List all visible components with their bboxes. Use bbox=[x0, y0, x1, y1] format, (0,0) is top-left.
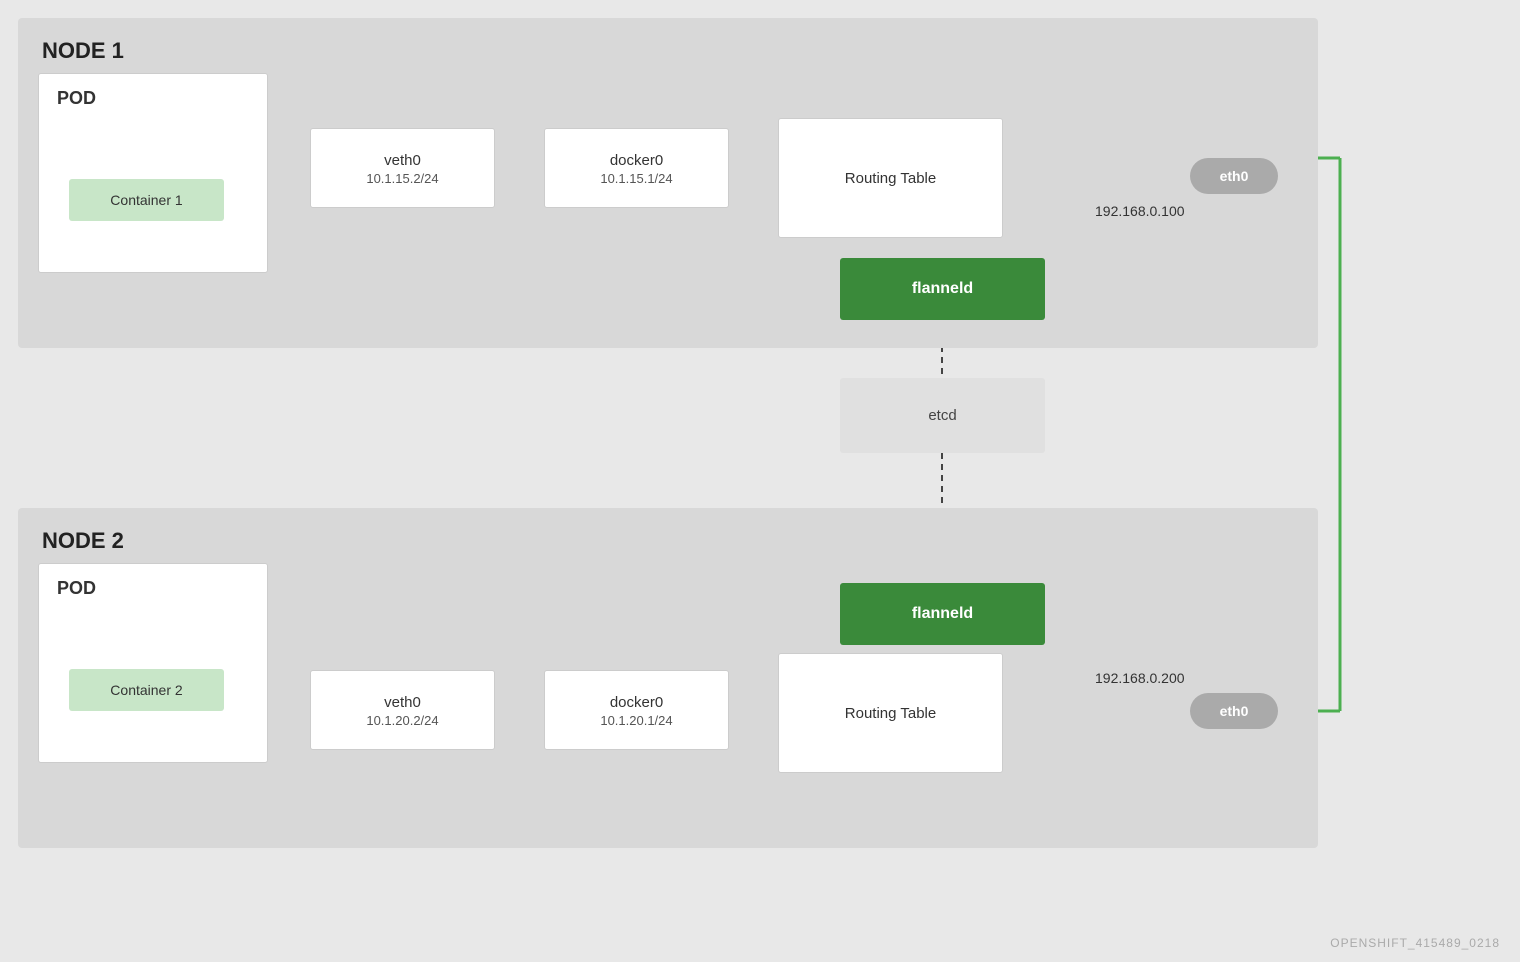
node2-container2-box: Container 2 bbox=[69, 669, 224, 711]
node1-flannel-box: flanneld bbox=[840, 258, 1045, 320]
node2-eth0-pill: eth0 bbox=[1190, 693, 1278, 729]
node1-eth0-label: eth0 bbox=[1220, 168, 1249, 184]
node2-routing-table-box: Routing Table bbox=[778, 653, 1003, 773]
node2-docker0-sublabel: 10.1.20.1/24 bbox=[600, 713, 672, 728]
node1-panel: NODE 1 POD Container 1 veth0 10.1.15.2/2… bbox=[18, 18, 1318, 348]
node1-veth0-sublabel: 10.1.15.2/24 bbox=[366, 171, 438, 186]
watermark: OPENSHIFT_415489_0218 bbox=[1330, 936, 1500, 950]
etcd-box: etcd bbox=[840, 378, 1045, 453]
node1-routing-table-label: Routing Table bbox=[845, 168, 936, 189]
node2-ip-label: 192.168.0.200 bbox=[1095, 670, 1185, 686]
node2-docker0-box: docker0 10.1.20.1/24 bbox=[544, 670, 729, 750]
node1-ip-label: 192.168.0.100 bbox=[1095, 203, 1185, 219]
node1-container1-box: Container 1 bbox=[69, 179, 224, 221]
node2-flannel-label: flanneld bbox=[912, 605, 973, 623]
node2-panel: NODE 2 POD Container 2 veth0 10.1.20.2/2… bbox=[18, 508, 1318, 848]
node2-veth0-box: veth0 10.1.20.2/24 bbox=[310, 670, 495, 750]
node1-label: NODE 1 bbox=[42, 38, 124, 64]
node2-flannel-box: flanneld bbox=[840, 583, 1045, 645]
node1-docker0-sublabel: 10.1.15.1/24 bbox=[600, 171, 672, 186]
node2-pod-title: POD bbox=[57, 578, 96, 599]
node1-container1-label: Container 1 bbox=[110, 192, 182, 208]
node1-routing-table-box: Routing Table bbox=[778, 118, 1003, 238]
node1-eth0-pill: eth0 bbox=[1190, 158, 1278, 194]
node2-container2-label: Container 2 bbox=[110, 682, 182, 698]
node2-eth0-label: eth0 bbox=[1220, 703, 1249, 719]
node2-veth0-sublabel: 10.1.20.2/24 bbox=[366, 713, 438, 728]
node2-label: NODE 2 bbox=[42, 528, 124, 554]
node1-pod-title: POD bbox=[57, 88, 96, 109]
node1-pod-box: POD Container 1 bbox=[38, 73, 268, 273]
node2-routing-table-label: Routing Table bbox=[845, 703, 936, 724]
node1-veth0-box: veth0 10.1.15.2/24 bbox=[310, 128, 495, 208]
node2-docker0-label: docker0 bbox=[610, 692, 663, 713]
node1-docker0-box: docker0 10.1.15.1/24 bbox=[544, 128, 729, 208]
main-container: NODE 1 POD Container 1 veth0 10.1.15.2/2… bbox=[0, 0, 1520, 962]
node1-flannel-label: flanneld bbox=[912, 280, 973, 298]
etcd-label: etcd bbox=[928, 407, 956, 424]
node1-docker0-label: docker0 bbox=[610, 150, 663, 171]
node1-veth0-label: veth0 bbox=[384, 150, 421, 171]
node2-pod-box: POD Container 2 bbox=[38, 563, 268, 763]
node2-veth0-label: veth0 bbox=[384, 692, 421, 713]
